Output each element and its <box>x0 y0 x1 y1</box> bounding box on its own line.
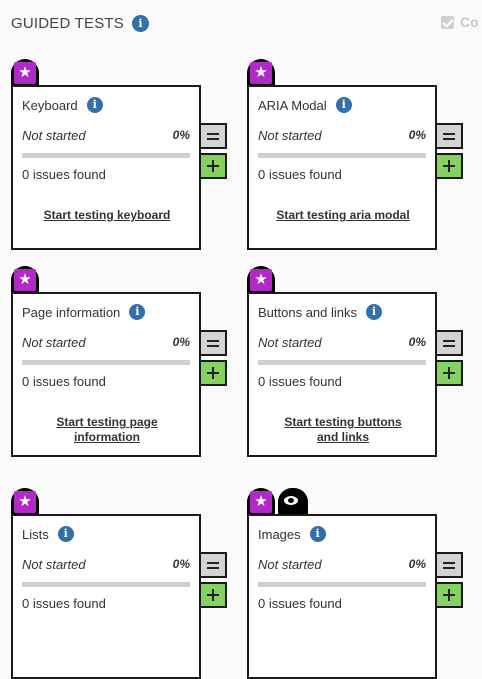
star-badge: ★ <box>247 488 275 514</box>
test-card-body: Keyboard i Not started 0% 0 issues found… <box>11 85 201 250</box>
star-badge: ★ <box>247 59 275 85</box>
collapse-button[interactable] <box>435 330 463 356</box>
progress-percent: 0% <box>408 335 426 349</box>
card-title: Lists <box>22 526 49 542</box>
progress-bar <box>258 360 426 365</box>
issues-count: 0 issues found <box>258 374 342 389</box>
info-icon[interactable]: i <box>131 14 149 32</box>
status-text: Not started <box>22 128 86 143</box>
status-text: Not started <box>22 335 86 350</box>
progress-percent: 0% <box>172 557 190 571</box>
start-testing-link[interactable]: Start testing page information <box>37 415 177 445</box>
progress-bar <box>258 153 426 158</box>
info-icon[interactable]: i <box>129 304 146 320</box>
page-title: GUIDED TESTS <box>11 14 124 32</box>
eye-icon <box>284 496 298 505</box>
status-text: Not started <box>258 557 322 572</box>
completed-toggle[interactable]: Co <box>441 14 479 30</box>
add-button[interactable] <box>199 582 227 608</box>
info-icon[interactable]: i <box>57 526 74 542</box>
star-icon: ★ <box>250 269 272 291</box>
card-title: Buttons and links <box>258 304 358 320</box>
info-icon[interactable]: i <box>309 526 326 542</box>
collapse-button[interactable] <box>199 330 227 356</box>
test-card-body: Images i Not started 0% 0 issues found <box>247 514 437 679</box>
issues-count: 0 issues found <box>22 167 106 182</box>
add-button[interactable] <box>435 360 463 386</box>
start-testing-link[interactable]: Start testing buttons and links <box>273 415 413 445</box>
add-button[interactable] <box>199 360 227 386</box>
test-card-body: Lists i Not started 0% 0 issues found <box>11 514 201 679</box>
test-card-body: ARIA Modal i Not started 0% 0 issues fou… <box>247 85 437 250</box>
issues-count: 0 issues found <box>22 596 106 611</box>
star-badge: ★ <box>11 266 39 292</box>
star-icon: ★ <box>250 491 272 513</box>
issues-count: 0 issues found <box>22 374 106 389</box>
info-icon[interactable]: i <box>86 97 103 113</box>
add-button[interactable] <box>199 153 227 179</box>
collapse-button[interactable] <box>435 552 463 578</box>
issues-count: 0 issues found <box>258 596 342 611</box>
star-badge: ★ <box>11 488 39 514</box>
start-testing-link[interactable]: Start testing aria modal <box>273 208 413 223</box>
status-text: Not started <box>258 128 322 143</box>
progress-percent: 0% <box>172 335 190 349</box>
collapse-button[interactable] <box>199 552 227 578</box>
status-text: Not started <box>258 335 322 350</box>
checkbox-icon[interactable] <box>441 15 454 29</box>
progress-bar <box>22 582 190 587</box>
collapse-button[interactable] <box>435 123 463 149</box>
progress-bar <box>22 360 190 365</box>
star-icon: ★ <box>14 62 36 84</box>
status-text: Not started <box>22 557 86 572</box>
progress-bar <box>258 582 426 587</box>
test-card-body: Buttons and links i Not started 0% 0 iss… <box>247 292 437 457</box>
test-card-body: Page information i Not started 0% 0 issu… <box>11 292 201 457</box>
progress-percent: 0% <box>408 557 426 571</box>
card-title: Keyboard <box>22 97 78 113</box>
progress-bar <box>22 153 190 158</box>
card-title: Images <box>258 526 301 542</box>
info-icon[interactable]: i <box>335 97 352 113</box>
star-icon: ★ <box>250 62 272 84</box>
info-icon[interactable]: i <box>366 304 383 320</box>
star-badge: ★ <box>11 59 39 85</box>
add-button[interactable] <box>435 153 463 179</box>
progress-percent: 0% <box>172 128 190 142</box>
star-badge: ★ <box>247 266 275 292</box>
issues-count: 0 issues found <box>258 167 342 182</box>
collapse-button[interactable] <box>199 123 227 149</box>
star-icon: ★ <box>14 491 36 513</box>
card-title: Page information <box>22 304 121 320</box>
star-icon: ★ <box>14 269 36 291</box>
card-title: ARIA Modal <box>258 97 327 113</box>
progress-percent: 0% <box>408 128 426 142</box>
eye-badge <box>278 488 308 514</box>
guided-tests-header: GUIDED TESTS i <box>11 13 149 33</box>
start-testing-link[interactable]: Start testing keyboard <box>37 208 177 223</box>
add-button[interactable] <box>435 582 463 608</box>
completed-toggle-label: Co <box>460 14 479 30</box>
